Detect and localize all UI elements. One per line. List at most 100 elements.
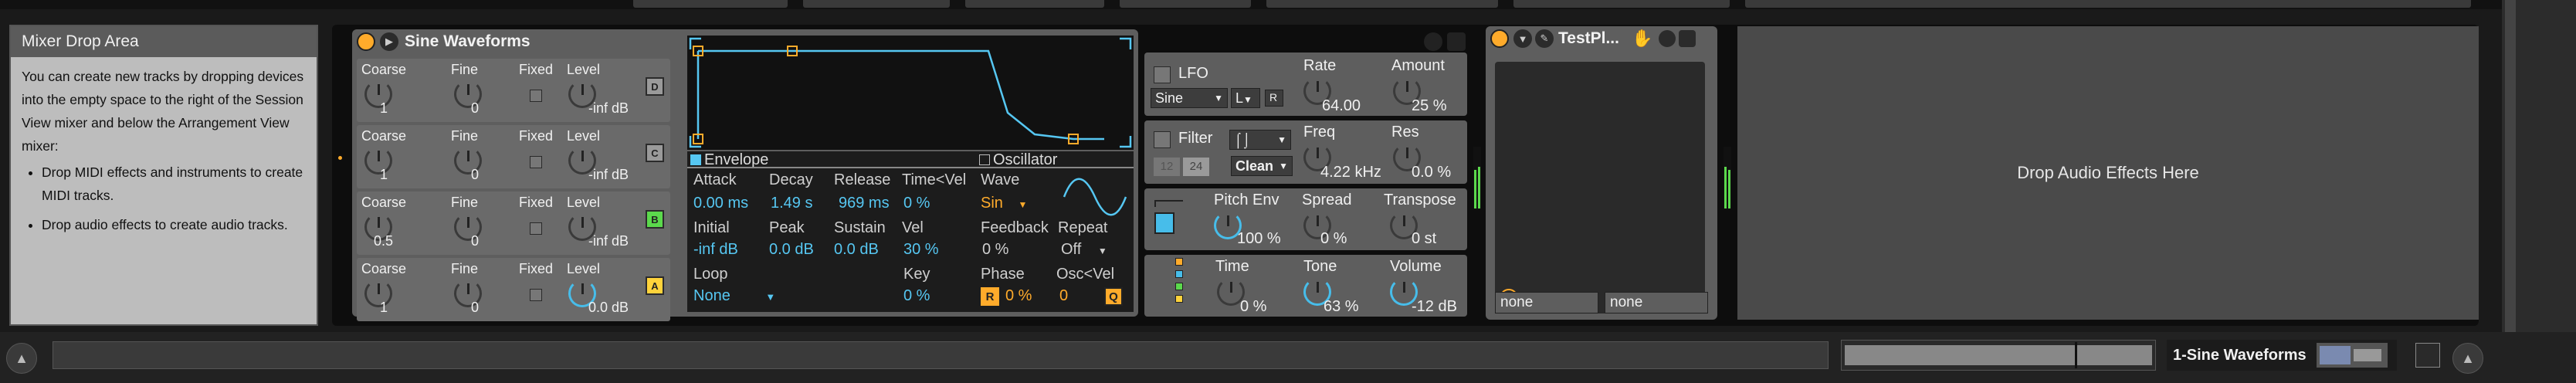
top-tab[interactable] xyxy=(1266,0,1498,8)
envelope-display[interactable] xyxy=(687,36,1134,150)
fixed-label: Fixed xyxy=(519,261,554,276)
save-preset-icon[interactable] xyxy=(1447,32,1466,51)
detail-view-toggle[interactable] xyxy=(2415,343,2440,368)
device-on-button[interactable] xyxy=(1490,29,1509,48)
phase-label: Phase xyxy=(981,266,1025,283)
level-label: Level xyxy=(567,128,601,144)
fixed-checkbox[interactable] xyxy=(530,289,542,301)
release-label: Release xyxy=(834,171,891,188)
transpose-value: 0 st xyxy=(1412,230,1437,247)
coarse-knob[interactable] xyxy=(364,280,392,307)
lfo-waveform-dropdown[interactable]: Sine ▼ xyxy=(1151,88,1228,108)
info-body: You can create new tracks by dropping de… xyxy=(11,57,317,250)
device-on-button[interactable] xyxy=(357,32,375,51)
lfo-toggle[interactable] xyxy=(1154,66,1171,83)
vel-value[interactable]: 30 % xyxy=(903,241,939,259)
coarse-value: 0.5 xyxy=(374,233,394,249)
lfo-retrigger-button[interactable]: R xyxy=(1265,90,1283,107)
play-icon[interactable]: ▶ xyxy=(380,32,398,51)
oscillator-a-button[interactable]: A xyxy=(646,276,664,295)
slope-12-button[interactable]: 12 xyxy=(1154,158,1180,176)
expand-up-icon[interactable]: ▲ xyxy=(6,343,37,374)
coarse-value: 1 xyxy=(380,100,388,116)
expand-up-icon[interactable]: ▲ xyxy=(2452,343,2483,374)
top-tab[interactable] xyxy=(1513,0,1730,8)
hand-icon[interactable]: ✋ xyxy=(1632,29,1652,49)
transpose-label: Transpose xyxy=(1384,192,1456,208)
sine-wave-icon xyxy=(1063,178,1127,216)
lfo-section: LFO Sine ▼ L▼ R Rate 64.00 Amount 25 % xyxy=(1144,53,1467,116)
peak-value[interactable]: 0.0 dB xyxy=(769,241,814,259)
hot-swap-icon[interactable] xyxy=(1424,32,1442,51)
time-value: 0 % xyxy=(1240,298,1267,315)
sustain-value[interactable]: 0.0 dB xyxy=(834,241,879,259)
time-vel-value[interactable]: 0 % xyxy=(903,195,930,212)
top-tab[interactable] xyxy=(965,0,1104,8)
osc-vel-value[interactable]: 0 xyxy=(1059,287,1068,305)
tone-label: Tone xyxy=(1303,258,1337,275)
top-tab[interactable] xyxy=(1120,0,1251,8)
hot-swap-icon[interactable] xyxy=(1659,30,1676,47)
key-value[interactable]: 0 % xyxy=(903,287,930,305)
tone-value: 63 % xyxy=(1324,298,1359,315)
plugin-slot-2[interactable]: none xyxy=(1605,292,1708,314)
feedback-value[interactable]: 0 % xyxy=(982,241,1008,259)
track-overview-thumbnail[interactable] xyxy=(2317,343,2388,368)
filter-mode-dropdown[interactable]: Clean ▼ xyxy=(1231,156,1293,176)
volume-value: -12 dB xyxy=(1412,298,1457,315)
initial-value[interactable]: -inf dB xyxy=(693,241,738,259)
plugin-canvas[interactable] xyxy=(1495,62,1705,314)
lfo-dest-dropdown[interactable]: L▼ xyxy=(1231,88,1260,108)
wave-dropdown[interactable]: Sin ▼ xyxy=(981,195,1027,212)
release-value[interactable]: 969 ms xyxy=(839,195,890,212)
oscillator-row-d: Coarse 1 Fine 0 Fixed Level -inf dB D xyxy=(357,59,670,122)
repeat-label: Repeat xyxy=(1058,219,1108,236)
horizontal-scrollbar[interactable] xyxy=(1841,340,2156,371)
filter-type-dropdown[interactable]: ⌠⌡ ▼ xyxy=(1229,130,1291,150)
slope-24-button[interactable]: 24 xyxy=(1183,158,1209,176)
coarse-knob[interactable] xyxy=(364,80,392,108)
wrench-icon[interactable]: ✎ xyxy=(1535,29,1554,48)
freq-value: 4.22 kHz xyxy=(1320,164,1381,181)
drop-audio-effects-area[interactable]: Drop Audio Effects Here xyxy=(1737,26,2479,320)
attack-label: Attack xyxy=(693,171,737,188)
oscillator-c-button[interactable]: C xyxy=(646,144,664,162)
envelope-curve xyxy=(689,37,1132,148)
oscillator-d-button[interactable]: D xyxy=(646,77,664,96)
osc-vel-quantize-button[interactable]: Q xyxy=(1104,287,1123,306)
phase-value[interactable]: 0 % xyxy=(1005,287,1032,305)
coarse-label: Coarse xyxy=(361,128,407,144)
fixed-checkbox[interactable] xyxy=(530,222,542,235)
save-preset-icon[interactable] xyxy=(1679,30,1696,47)
phase-retrigger-button[interactable]: R xyxy=(981,287,999,306)
top-tab[interactable] xyxy=(1745,0,2471,8)
coarse-label: Coarse xyxy=(361,261,407,276)
filter-curve-icon: ⌠⌡ xyxy=(1234,132,1251,147)
scroll-thumb[interactable] xyxy=(2075,342,2077,368)
repeat-dropdown[interactable]: Off ▼ xyxy=(1061,241,1107,259)
vel-label: Vel xyxy=(902,219,924,236)
chevron-down-icon[interactable]: ▼ xyxy=(1513,29,1532,48)
oscillator-b-button[interactable]: B xyxy=(646,210,664,229)
level-meter xyxy=(1473,147,1481,208)
loop-dropdown[interactable]: None ▼ xyxy=(693,287,775,305)
time-vel-label: Time<Vel xyxy=(902,171,967,188)
filter-label: Filter xyxy=(1178,130,1213,147)
amount-label: Amount xyxy=(1391,57,1445,74)
filter-toggle[interactable] xyxy=(1154,131,1171,148)
fixed-checkbox[interactable] xyxy=(530,156,542,168)
decay-value[interactable]: 1.49 s xyxy=(771,195,812,212)
top-tab[interactable] xyxy=(803,0,950,8)
status-bar[interactable] xyxy=(53,341,1829,369)
plugin-slot-1[interactable]: none xyxy=(1495,292,1598,314)
level-meter xyxy=(1724,147,1731,208)
fixed-checkbox[interactable] xyxy=(530,90,542,102)
attack-value[interactable]: 0.00 ms xyxy=(693,195,748,212)
res-label: Res xyxy=(1391,124,1419,141)
coarse-knob[interactable] xyxy=(364,147,392,175)
lfo-label: LFO xyxy=(1178,65,1208,82)
feedback-label: Feedback xyxy=(981,219,1049,236)
vertical-scrollbar[interactable] xyxy=(2505,0,2516,332)
top-tab[interactable] xyxy=(633,0,788,8)
algorithm-icon[interactable] xyxy=(1175,258,1185,314)
